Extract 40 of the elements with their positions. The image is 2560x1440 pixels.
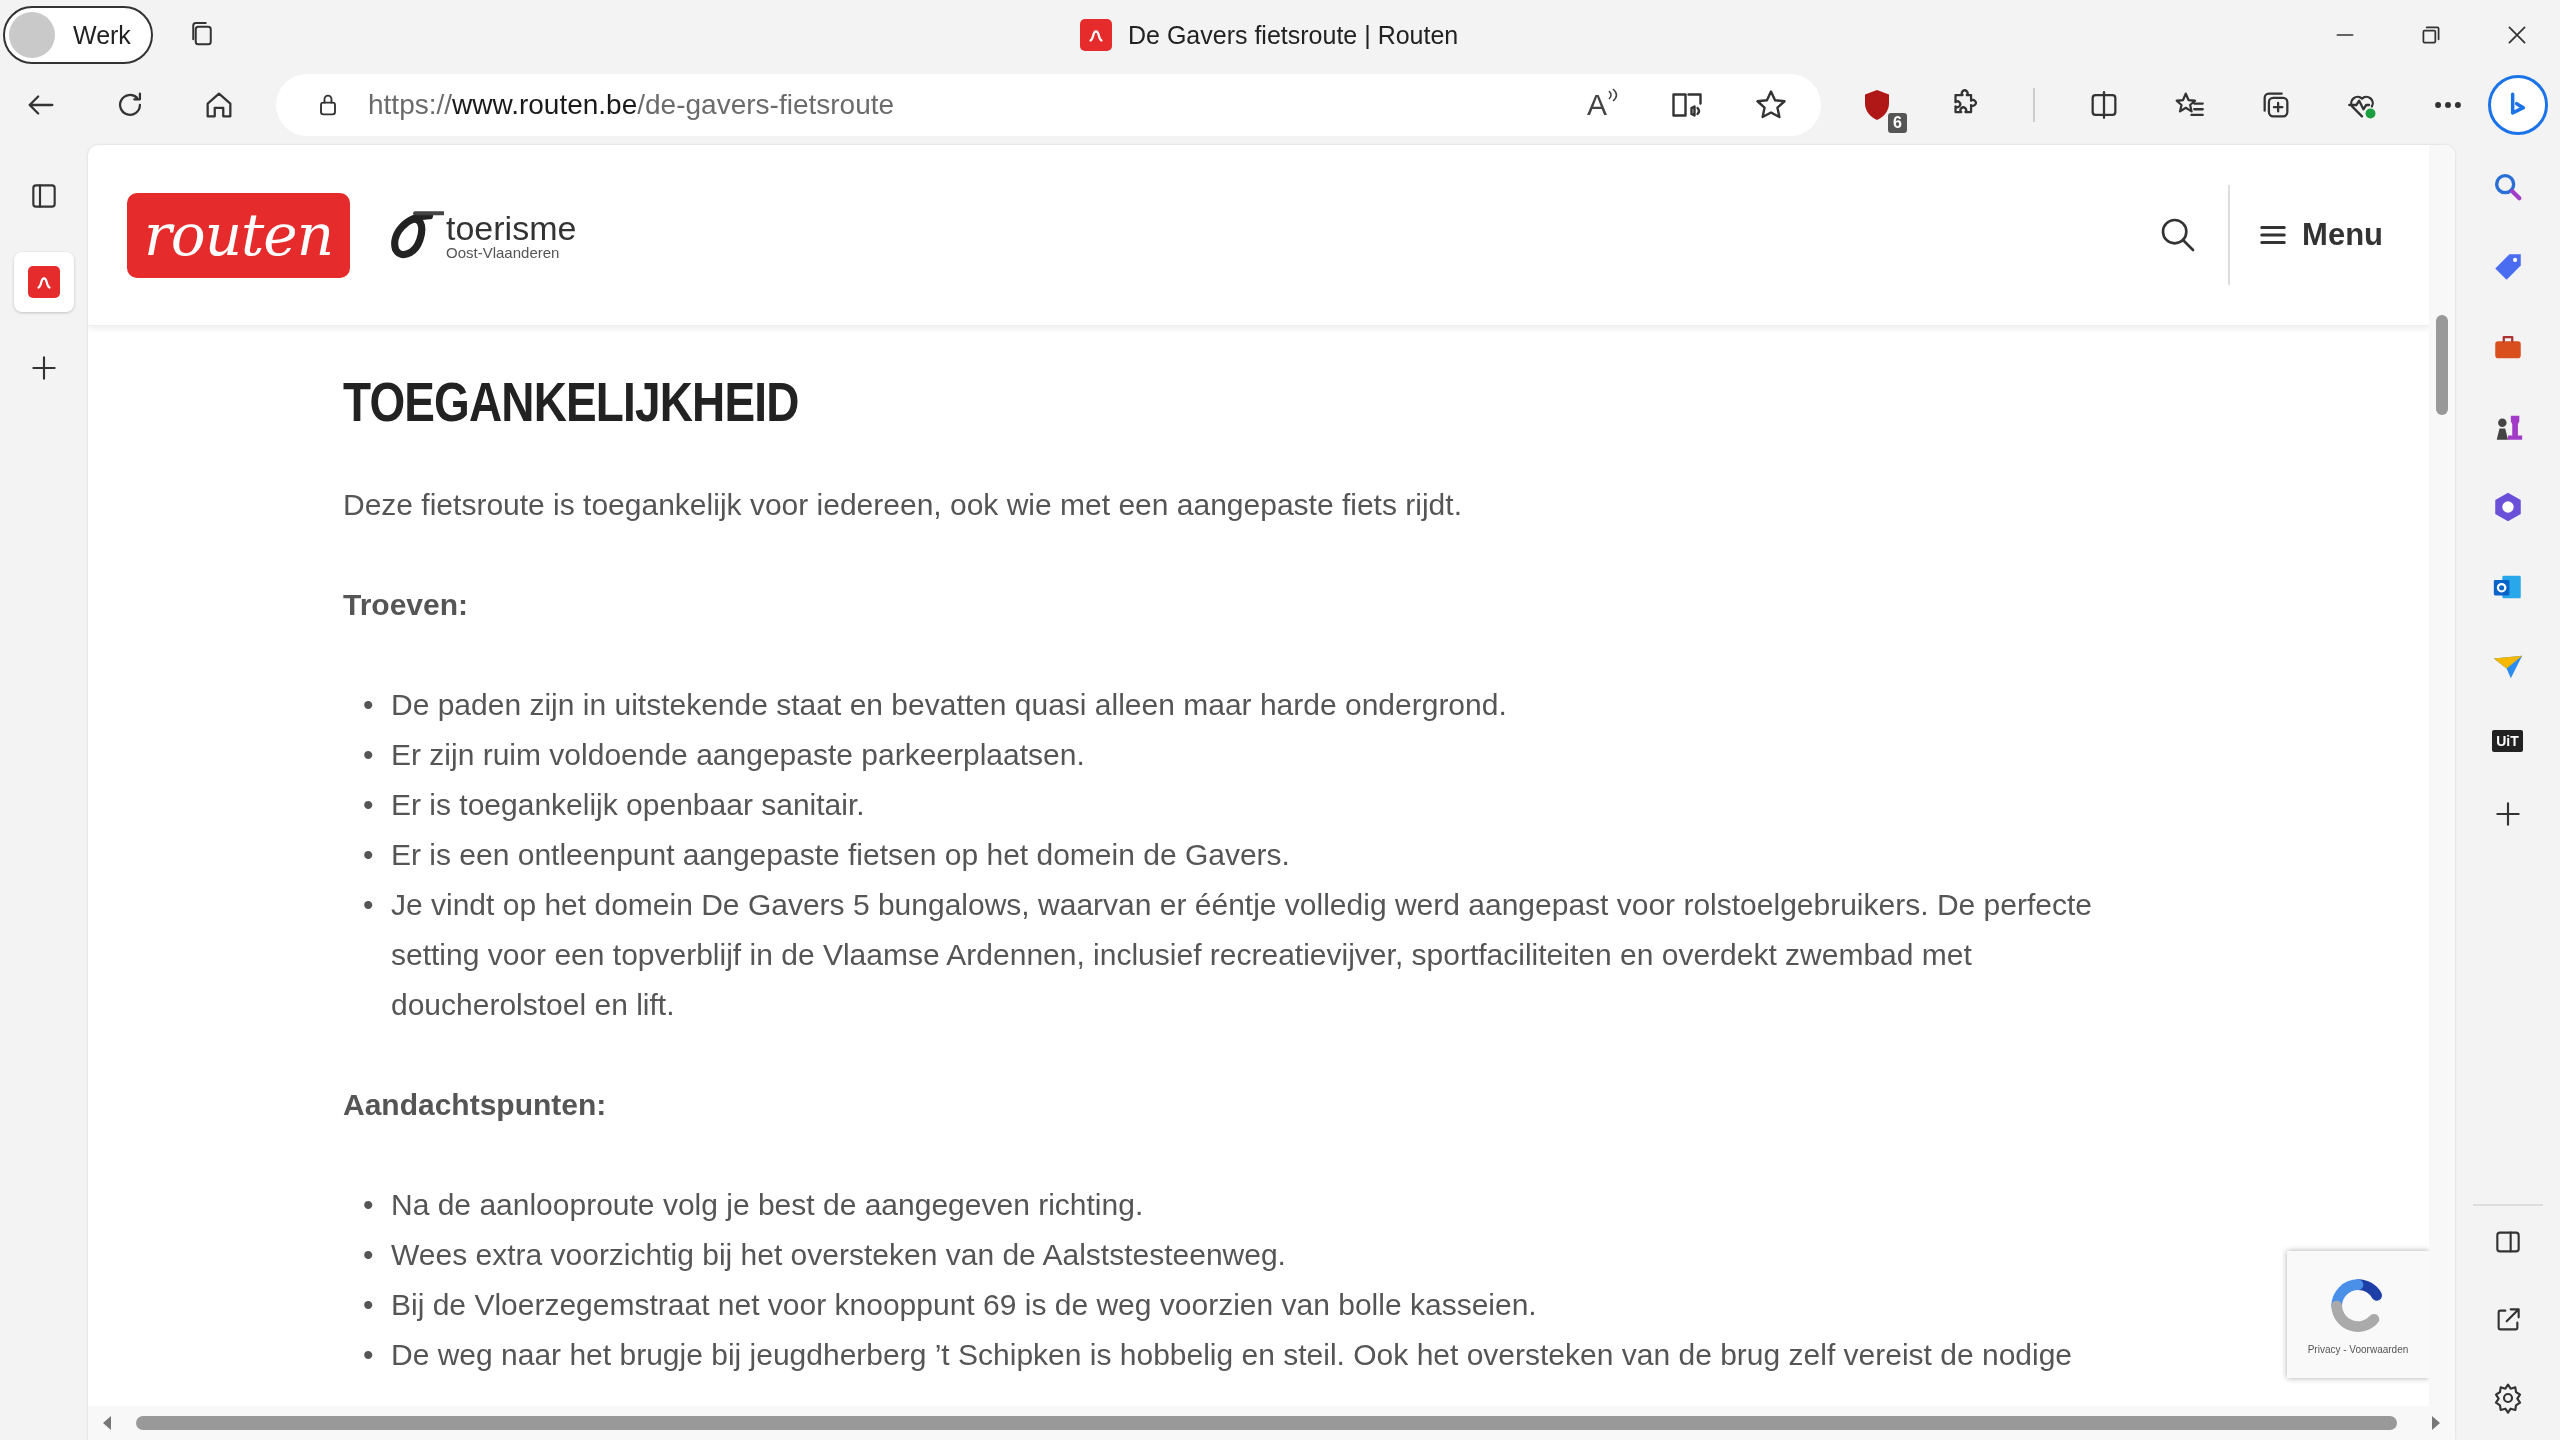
vertical-scrollbar[interactable] [2429, 145, 2455, 1406]
app-label-icon[interactable]: UiT [2492, 730, 2523, 752]
address-bar[interactable]: https://www.routen.be/de-gavers-fietsroute A [276, 74, 1821, 136]
url-text: https://www.routen.be/de-gavers-fietsroute [368, 89, 895, 121]
bullet-marker: • [363, 737, 375, 773]
list-item: Er is toegankelijk openbaar sanitair. [391, 787, 865, 823]
profile-button[interactable]: Werk [3, 6, 153, 64]
menu-button[interactable]: Menu [2252, 211, 2389, 259]
extension-badge: 6 [1888, 113, 1907, 133]
bullet-marker: • [363, 1237, 375, 1273]
list-item: Bij de Vloerzegemstraat net voor knooppunt 69 is de weg voorzien van bolle kasseien. [391, 1287, 1537, 1323]
list-item: Wees extra voorzichtig bij het oversteken van de Aalststesteenweg. [391, 1237, 1286, 1273]
section-heading: TOEGANKELIJKHEID [343, 369, 800, 435]
partner-region: Oost-Vlaanderen [446, 244, 561, 260]
copilot-button[interactable] [2488, 75, 2548, 135]
list-item: Je vindt op het domein De Gavers 5 bungalows, waarvan er ééntje volledig werd aangepast voor rolstoelgebruikers. De perfecte setting voor een topverblijf in de Vlaamse Ardennen, inclusief recreatievijver, sportfaciliteiten en overdekt zwembad met doucherolstoel en lift. [391, 887, 2093, 1023]
horizontal-scrollbar[interactable] [88, 1406, 2455, 1440]
group-title: Aandachtspunten: [343, 1087, 608, 1123]
scroll-right-icon[interactable] [2431, 1416, 2441, 1430]
bullet-marker: • [363, 837, 375, 873]
group-title: Troeven: [343, 587, 470, 623]
recaptcha-links[interactable]: Privacy - Voorwaarden [2307, 1344, 2409, 1355]
list-item: Er zijn ruim voldoende aangepaste parkeerplaatsen. [391, 737, 1085, 773]
bullet-marker: • [363, 1337, 375, 1373]
list-item: De paden zijn in uitstekende staat en bevatten quasi alleen maar harde ondergrond. [391, 687, 1507, 723]
bullet-marker: • [363, 1187, 375, 1223]
bullet-marker: • [363, 687, 375, 723]
site-logo[interactable]: routen [127, 192, 350, 278]
bullet-marker: • [363, 887, 375, 923]
partner-name: toerisme [446, 210, 577, 245]
list-item: Na de aanlooproute volg je best de aangegeven richting. [391, 1187, 1144, 1223]
bullet-marker: • [363, 787, 375, 823]
list-item: Er is een ontleenpunt aangepaste fietsen op het domein de Gavers. [391, 837, 1290, 873]
bullet-marker: • [363, 1287, 375, 1323]
vertical-tab[interactable] [14, 252, 74, 312]
tab-title: De Gavers fietsroute | Routen [1128, 20, 1459, 50]
avatar [9, 12, 55, 58]
list-item: De weg naar het brugje bij jeugdherberg ’t Schipken is hobbelig en steil. Ook het oversteken van de brug zelf vereist de nodige [391, 1337, 2073, 1373]
intro-paragraph: Deze fietsroute is toegankelijk voor iedereen, ook wie met een aangepaste fiets rijdt. [343, 487, 1463, 523]
scroll-left-icon[interactable] [102, 1416, 112, 1430]
